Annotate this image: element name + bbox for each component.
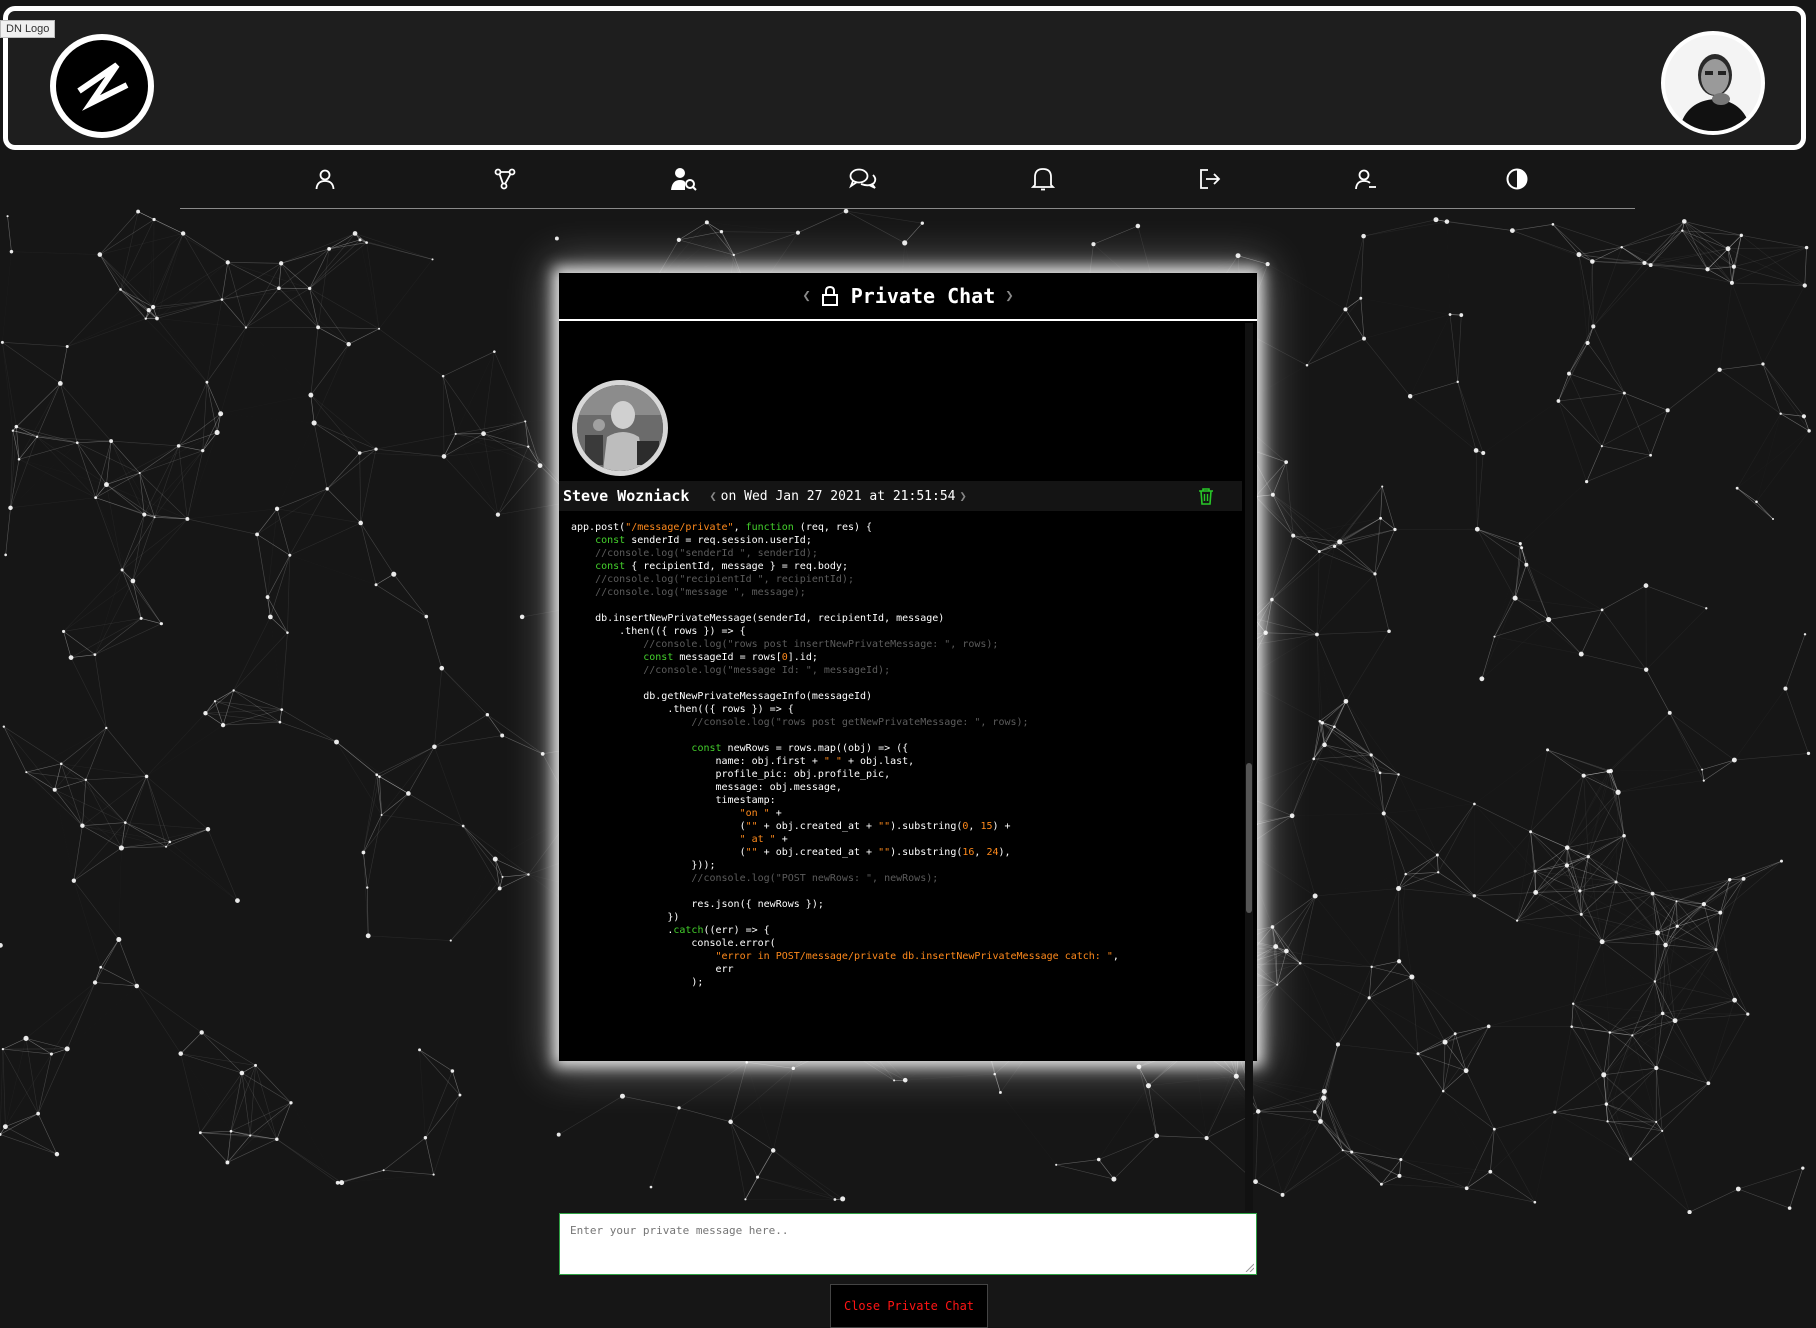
code-line: //console.log("recipientId ", recipientI… — [571, 574, 854, 585]
message-scrollbar[interactable] — [1245, 323, 1253, 1211]
find-user-icon[interactable] — [669, 164, 699, 194]
code-line: //console.log("message Id: ", messageId)… — [571, 665, 890, 676]
message-input-box[interactable] — [559, 1213, 1257, 1275]
code-line: //console.log("message ", message); — [571, 587, 806, 598]
remove-user-icon[interactable] — [1351, 164, 1381, 194]
bell-icon[interactable] — [1028, 164, 1058, 194]
message-meta: Steve Wozniack ❮on Wed Jan 27 2021 at 21… — [559, 481, 1242, 511]
message-author: Steve Wozniack — [563, 487, 689, 505]
code-line: .then(({ rows }) => { — [571, 626, 746, 637]
avatar-image — [577, 385, 663, 471]
code-line: //console.log("rows post getNewPrivateMe… — [571, 717, 1029, 728]
code-line: ("" + obj.created_at + "").substring(16,… — [571, 847, 1011, 858]
main-nav — [180, 160, 1635, 209]
lock-icon — [821, 286, 839, 306]
code-line: profile_pic: obj.profile_pic, — [571, 769, 890, 780]
resize-grip-icon[interactable] — [1244, 1262, 1254, 1272]
dn-logo[interactable] — [50, 34, 154, 138]
close-private-chat-button[interactable]: Close Private Chat — [830, 1284, 988, 1328]
code-line: "error in POST/message/private db.insert… — [571, 951, 1119, 962]
code-line: const newRows = rows.map((obj) => ({ — [571, 743, 908, 754]
trash-icon[interactable] — [1198, 487, 1214, 505]
code-line: res.json({ newRows }); — [571, 899, 824, 910]
code-line: //console.log("senderId ", senderId); — [571, 548, 818, 559]
code-line: .catch((err) => { — [571, 925, 770, 936]
chat-icon[interactable] — [848, 164, 878, 194]
logout-icon[interactable] — [1195, 164, 1225, 194]
code-line: const senderId = req.session.userId; — [571, 535, 812, 546]
private-chat-title: Private Chat — [851, 284, 996, 308]
dn-logo-icon — [67, 51, 137, 121]
code-line: ("" + obj.created_at + "").substring(0, … — [571, 821, 1011, 832]
code-line: console.error( — [571, 938, 776, 949]
private-message-input[interactable] — [560, 1214, 1256, 1274]
top-header — [3, 6, 1806, 150]
code-line: }) — [571, 912, 679, 923]
code-line: .then(({ rows }) => { — [571, 704, 794, 715]
contrast-icon[interactable] — [1502, 164, 1532, 194]
code-line: })); — [571, 860, 716, 871]
code-line: db.getNewPrivateMessageInfo(messageId) — [571, 691, 872, 702]
network-icon[interactable] — [490, 164, 520, 194]
message-code: app.post("/message/private", function (r… — [571, 521, 1235, 1213]
private-chat-panel: ❮ Private Chat ❯ Steve Wozniack ❮on Wed … — [559, 273, 1257, 1061]
code-line: "on " + — [571, 808, 782, 819]
code-line: //console.log("POST newRows: ", newRows)… — [571, 873, 938, 884]
portrait-image — [1665, 35, 1761, 131]
chevron-left-icon: ❮ — [802, 288, 810, 304]
user-avatar[interactable] — [1661, 31, 1765, 135]
scroll-thumb[interactable] — [1246, 763, 1252, 913]
private-chat-header: ❮ Private Chat ❯ — [559, 273, 1257, 321]
code-line: err — [571, 964, 734, 975]
code-line: name: obj.first + " " + obj.last, — [571, 756, 914, 767]
code-line: app.post("/message/private", function (r… — [571, 522, 872, 533]
code-line: db.insertNewPrivateMessage(senderId, rec… — [571, 613, 944, 624]
user-icon[interactable] — [310, 164, 340, 194]
message-avatar[interactable] — [572, 380, 668, 476]
code-line: ); — [571, 977, 703, 988]
code-line: message: obj.message, — [571, 782, 842, 793]
code-line: const { recipientId, message } = req.bod… — [571, 561, 848, 572]
logo-tooltip: DN Logo — [0, 20, 55, 38]
message-list[interactable]: Steve Wozniack ❮on Wed Jan 27 2021 at 21… — [559, 323, 1242, 1213]
message-timestamp: ❮on Wed Jan 27 2021 at 21:51:54❯ — [705, 489, 970, 504]
code-line: const messageId = rows[0].id; — [571, 652, 818, 663]
code-line: " at " + — [571, 834, 788, 845]
code-line: //console.log("rows post insertNewPrivat… — [571, 639, 998, 650]
code-line: timestamp: — [571, 795, 776, 806]
chevron-right-icon: ❯ — [1005, 288, 1013, 304]
